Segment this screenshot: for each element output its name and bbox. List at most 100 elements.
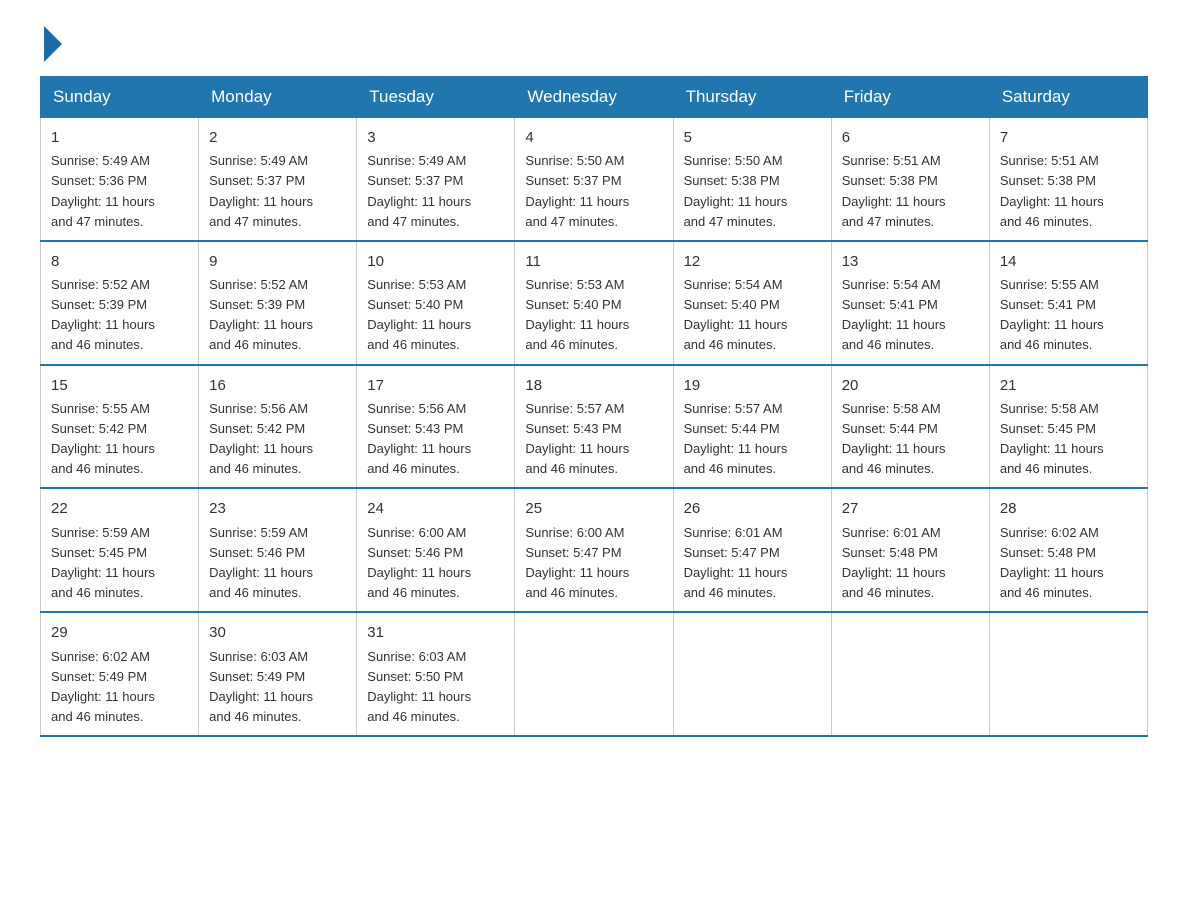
day-number: 9 [209, 250, 346, 273]
day-details: Sunrise: 5:51 AMSunset: 5:38 PMDaylight:… [842, 151, 979, 232]
calendar-day-cell: 11Sunrise: 5:53 AMSunset: 5:40 PMDayligh… [515, 241, 673, 365]
calendar-day-cell: 20Sunrise: 5:58 AMSunset: 5:44 PMDayligh… [831, 365, 989, 489]
day-number: 11 [525, 250, 662, 273]
day-number: 26 [684, 497, 821, 520]
day-details: Sunrise: 5:49 AMSunset: 5:37 PMDaylight:… [367, 151, 504, 232]
calendar-day-cell [989, 612, 1147, 736]
day-details: Sunrise: 5:52 AMSunset: 5:39 PMDaylight:… [51, 275, 188, 356]
calendar-day-cell: 23 Sunrise: 5:59 AMSunset: 5:46 PMDayligh… [199, 488, 357, 612]
day-number: 2 [209, 126, 346, 149]
calendar-day-cell: 16Sunrise: 5:56 AMSunset: 5:42 PMDayligh… [199, 365, 357, 489]
day-details: Sunrise: 5:56 AMSunset: 5:42 PMDaylight:… [209, 399, 346, 480]
day-number: 6 [842, 126, 979, 149]
calendar-day-cell: 13Sunrise: 5:54 AMSunset: 5:41 PMDayligh… [831, 241, 989, 365]
day-number: 13 [842, 250, 979, 273]
calendar-week-row: 22 Sunrise: 5:59 AMSunset: 5:45 PMDayligh… [41, 488, 1148, 612]
calendar-week-row: 15Sunrise: 5:55 AMSunset: 5:42 PMDayligh… [41, 365, 1148, 489]
day-of-week-header: Thursday [673, 77, 831, 118]
day-number: 29 [51, 621, 188, 644]
calendar-day-cell: 28Sunrise: 6:02 AMSunset: 5:48 PMDayligh… [989, 488, 1147, 612]
day-number: 21 [1000, 374, 1137, 397]
calendar-day-cell: 6Sunrise: 5:51 AMSunset: 5:38 PMDaylight… [831, 118, 989, 241]
day-details: Sunrise: 5:54 AMSunset: 5:41 PMDaylight:… [842, 275, 979, 356]
day-number: 7 [1000, 126, 1137, 149]
calendar-day-cell: 14Sunrise: 5:55 AMSunset: 5:41 PMDayligh… [989, 241, 1147, 365]
day-number: 8 [51, 250, 188, 273]
calendar-day-cell: 29 Sunrise: 6:02 AMSunset: 5:49 PMDayligh… [41, 612, 199, 736]
day-number: 16 [209, 374, 346, 397]
day-number: 23 [209, 497, 346, 520]
day-number: 14 [1000, 250, 1137, 273]
calendar-day-cell: 26 Sunrise: 6:01 AMSunset: 5:47 PMDayligh… [673, 488, 831, 612]
day-details: Sunrise: 5:49 AMSunset: 5:36 PMDaylight:… [51, 151, 188, 232]
calendar-day-cell: 27Sunrise: 6:01 AMSunset: 5:48 PMDayligh… [831, 488, 989, 612]
day-details: Sunrise: 6:02 AMSunset: 5:49 PMDaylight:… [51, 647, 188, 728]
calendar-day-cell: 5Sunrise: 5:50 AMSunset: 5:38 PMDaylight… [673, 118, 831, 241]
day-details: Sunrise: 6:03 AMSunset: 5:50 PMDaylight:… [367, 647, 504, 728]
calendar-day-cell: 10Sunrise: 5:53 AMSunset: 5:40 PMDayligh… [357, 241, 515, 365]
day-details: Sunrise: 5:51 AMSunset: 5:38 PMDaylight:… [1000, 151, 1137, 232]
calendar-day-cell: 17Sunrise: 5:56 AMSunset: 5:43 PMDayligh… [357, 365, 515, 489]
day-details: Sunrise: 5:57 AMSunset: 5:43 PMDaylight:… [525, 399, 662, 480]
day-details: Sunrise: 6:00 AMSunset: 5:47 PMDaylight:… [525, 523, 662, 604]
calendar-day-cell: 18Sunrise: 5:57 AMSunset: 5:43 PMDayligh… [515, 365, 673, 489]
day-number: 15 [51, 374, 188, 397]
calendar-day-cell: 1Sunrise: 5:49 AMSunset: 5:36 PMDaylight… [41, 118, 199, 241]
day-number: 30 [209, 621, 346, 644]
day-of-week-header: Saturday [989, 77, 1147, 118]
day-number: 5 [684, 126, 821, 149]
day-details: Sunrise: 5:56 AMSunset: 5:43 PMDaylight:… [367, 399, 504, 480]
day-number: 19 [684, 374, 821, 397]
day-details: Sunrise: 6:03 AMSunset: 5:49 PMDaylight:… [209, 647, 346, 728]
day-details: Sunrise: 5:55 AMSunset: 5:41 PMDaylight:… [1000, 275, 1137, 356]
day-details: Sunrise: 6:01 AMSunset: 5:48 PMDaylight:… [842, 523, 979, 604]
day-number: 18 [525, 374, 662, 397]
logo-triangle-icon [44, 26, 62, 62]
day-of-week-header: Wednesday [515, 77, 673, 118]
day-details: Sunrise: 6:01 AMSunset: 5:47 PMDaylight:… [684, 523, 821, 604]
calendar-week-row: 1Sunrise: 5:49 AMSunset: 5:36 PMDaylight… [41, 118, 1148, 241]
day-of-week-header: Monday [199, 77, 357, 118]
day-details: Sunrise: 5:55 AMSunset: 5:42 PMDaylight:… [51, 399, 188, 480]
day-number: 28 [1000, 497, 1137, 520]
calendar-day-cell: 25Sunrise: 6:00 AMSunset: 5:47 PMDayligh… [515, 488, 673, 612]
day-details: Sunrise: 5:50 AMSunset: 5:38 PMDaylight:… [684, 151, 821, 232]
day-number: 20 [842, 374, 979, 397]
day-number: 10 [367, 250, 504, 273]
calendar-week-row: 8Sunrise: 5:52 AMSunset: 5:39 PMDaylight… [41, 241, 1148, 365]
calendar-day-cell: 22 Sunrise: 5:59 AMSunset: 5:45 PMDayligh… [41, 488, 199, 612]
day-details: Sunrise: 5:50 AMSunset: 5:37 PMDaylight:… [525, 151, 662, 232]
day-details: Sunrise: 5:53 AMSunset: 5:40 PMDaylight:… [525, 275, 662, 356]
calendar-day-cell: 24Sunrise: 6:00 AMSunset: 5:46 PMDayligh… [357, 488, 515, 612]
calendar-day-cell: 8Sunrise: 5:52 AMSunset: 5:39 PMDaylight… [41, 241, 199, 365]
day-details: Sunrise: 5:54 AMSunset: 5:40 PMDaylight:… [684, 275, 821, 356]
day-details: Sunrise: 5:58 AMSunset: 5:44 PMDaylight:… [842, 399, 979, 480]
calendar-day-cell: 3Sunrise: 5:49 AMSunset: 5:37 PMDaylight… [357, 118, 515, 241]
day-number: 4 [525, 126, 662, 149]
day-of-week-header: Friday [831, 77, 989, 118]
calendar-day-cell [831, 612, 989, 736]
day-details: Sunrise: 5:57 AMSunset: 5:44 PMDaylight:… [684, 399, 821, 480]
calendar-day-cell: 19Sunrise: 5:57 AMSunset: 5:44 PMDayligh… [673, 365, 831, 489]
day-details: Sunrise: 5:58 AMSunset: 5:45 PMDaylight:… [1000, 399, 1137, 480]
day-number: 3 [367, 126, 504, 149]
day-details: Sunrise: 5:49 AMSunset: 5:37 PMDaylight:… [209, 151, 346, 232]
logo [40, 30, 62, 56]
day-details: Sunrise: 5:52 AMSunset: 5:39 PMDaylight:… [209, 275, 346, 356]
calendar-day-cell: 31 Sunrise: 6:03 AMSunset: 5:50 PMDayligh… [357, 612, 515, 736]
day-number: 31 [367, 621, 504, 644]
day-of-week-header: Tuesday [357, 77, 515, 118]
calendar-day-cell: 7Sunrise: 5:51 AMSunset: 5:38 PMDaylight… [989, 118, 1147, 241]
calendar-day-cell: 21Sunrise: 5:58 AMSunset: 5:45 PMDayligh… [989, 365, 1147, 489]
calendar-week-row: 29 Sunrise: 6:02 AMSunset: 5:49 PMDayligh… [41, 612, 1148, 736]
day-number: 22 [51, 497, 188, 520]
day-details: Sunrise: 5:59 AMSunset: 5:46 PMDaylight:… [209, 523, 346, 604]
day-number: 12 [684, 250, 821, 273]
day-details: Sunrise: 5:59 AMSunset: 5:45 PMDaylight:… [51, 523, 188, 604]
day-details: Sunrise: 5:53 AMSunset: 5:40 PMDaylight:… [367, 275, 504, 356]
calendar-table: SundayMondayTuesdayWednesdayThursdayFrid… [40, 76, 1148, 737]
day-of-week-header: Sunday [41, 77, 199, 118]
calendar-day-cell [515, 612, 673, 736]
day-number: 17 [367, 374, 504, 397]
day-number: 1 [51, 126, 188, 149]
